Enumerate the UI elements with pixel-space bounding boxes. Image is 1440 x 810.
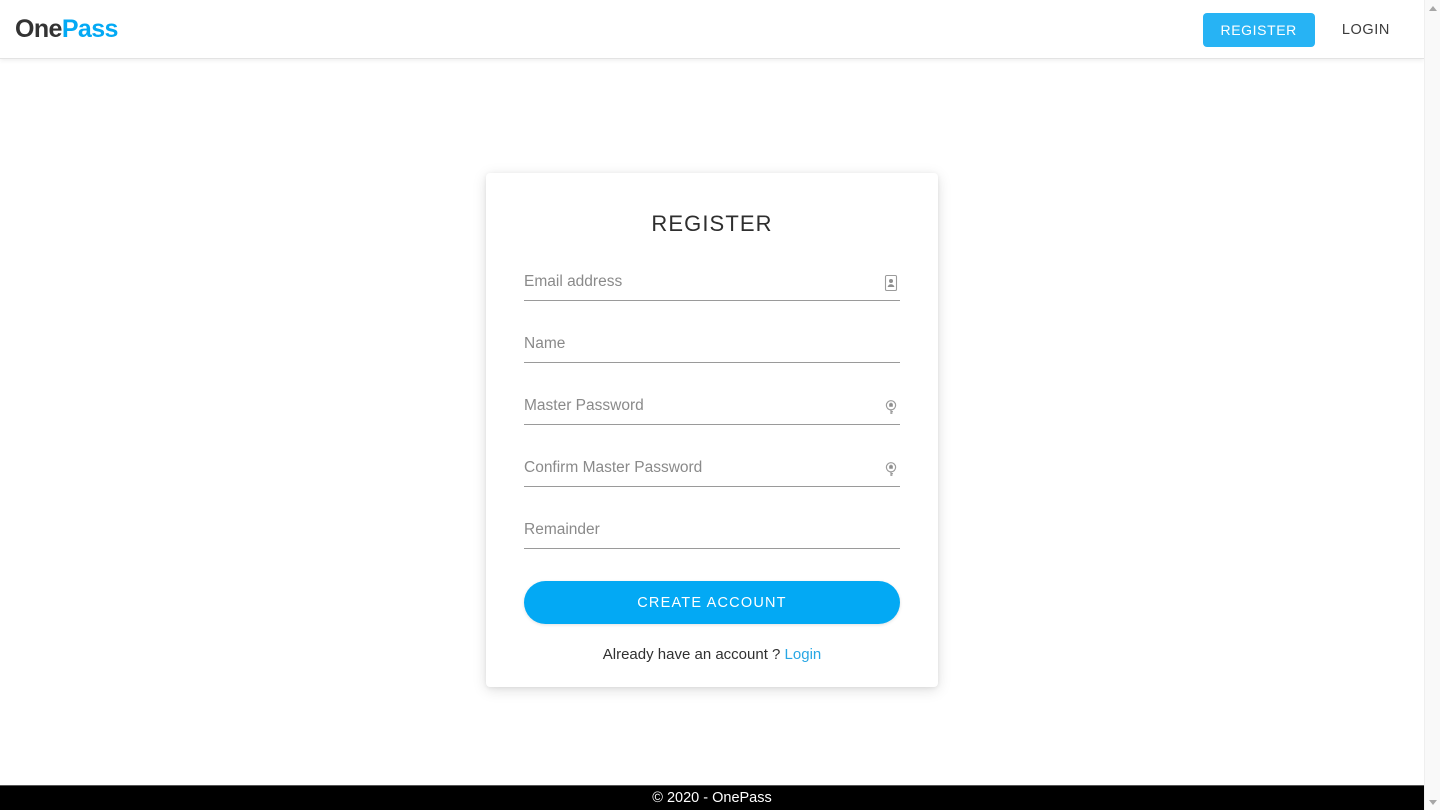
main-content: REGISTER Email address Name Remainder CR…: [0, 59, 1424, 785]
login-prompt: Already have an account ? Login: [524, 645, 900, 665]
field-confirm-master-password: [524, 454, 900, 487]
browser-viewport: OnePass REGISTER LOGIN REGISTER Email ad…: [0, 0, 1424, 810]
nav-register-button[interactable]: REGISTER: [1202, 12, 1315, 47]
scroll-up-arrow-icon[interactable]: [1425, 0, 1440, 16]
remainder-input[interactable]: [524, 516, 900, 549]
confirm-master-password-input[interactable]: [524, 454, 900, 487]
brand-logo-onepass[interactable]: OnePass: [15, 15, 118, 44]
field-master-password: [524, 392, 900, 425]
brand-text-one: One: [15, 15, 62, 43]
field-remainder: [524, 516, 900, 549]
navbar-right-actions: REGISTER LOGIN: [1202, 0, 1401, 59]
brand-text-pass: Pass: [61, 15, 119, 43]
copyright-text: © 2020 - OnePass: [652, 790, 772, 806]
scroll-down-arrow-icon[interactable]: [1425, 794, 1440, 810]
page-footer: © 2020 - OnePass: [0, 785, 1424, 810]
register-card: REGISTER Email address Name Remainder CR…: [486, 173, 938, 687]
vertical-scrollbar[interactable]: [1424, 0, 1440, 810]
create-account-button[interactable]: CREATE ACCOUNT: [524, 581, 900, 624]
contact-card-autofill-icon[interactable]: [882, 274, 900, 292]
field-name: [524, 330, 900, 363]
master-password-input[interactable]: [524, 392, 900, 425]
field-email: [524, 268, 900, 301]
name-input[interactable]: [524, 330, 900, 363]
key-password-manager-icon[interactable]: [882, 460, 900, 478]
login-link[interactable]: Login: [785, 646, 822, 663]
top-navbar: OnePass REGISTER LOGIN: [0, 0, 1424, 59]
key-password-manager-icon[interactable]: [882, 398, 900, 416]
nav-login-link[interactable]: LOGIN: [1332, 13, 1400, 47]
login-prompt-text: Already have an account ?: [602, 646, 781, 663]
email-input[interactable]: [524, 268, 900, 301]
register-card-title: REGISTER: [651, 211, 773, 236]
